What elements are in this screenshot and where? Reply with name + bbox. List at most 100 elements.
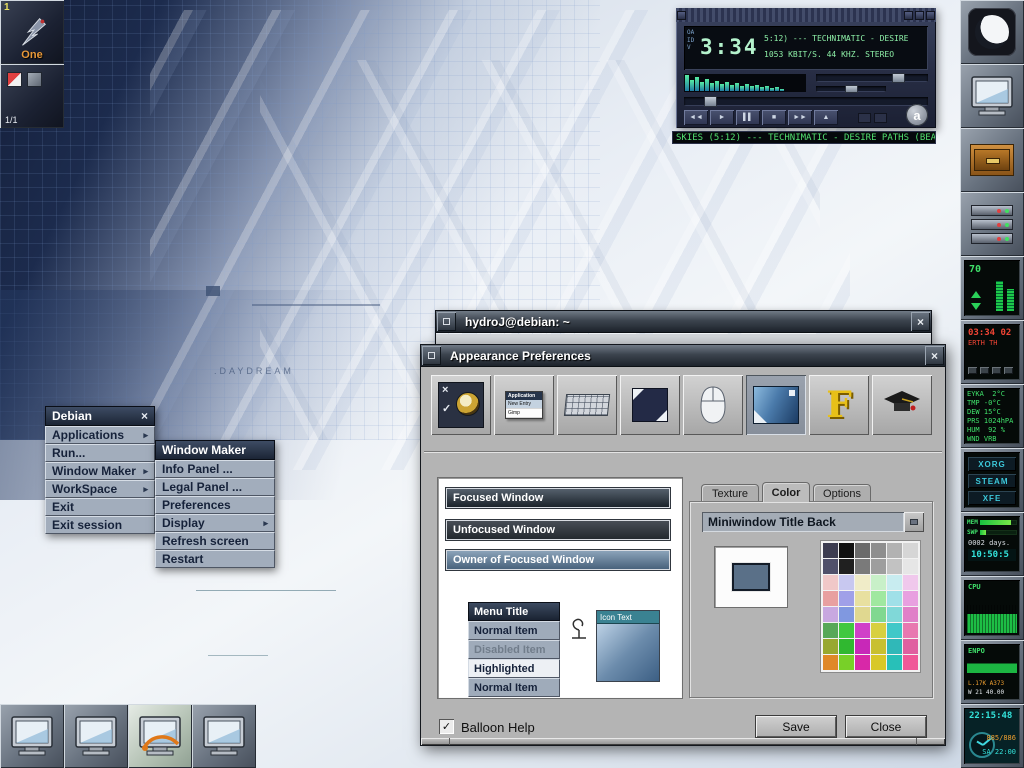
tab-color[interactable]: Color bbox=[762, 482, 810, 502]
palette-color[interactable] bbox=[903, 559, 918, 574]
preview-menu-item-highlighted[interactable]: Highlighted bbox=[468, 659, 560, 678]
palette-color[interactable] bbox=[887, 575, 902, 590]
menu-item-workspace[interactable]: WorkSpace ▸ bbox=[45, 480, 155, 498]
palette-color[interactable] bbox=[871, 559, 886, 574]
menu-item-preferences[interactable]: Preferences bbox=[155, 496, 275, 514]
volume-slider[interactable] bbox=[816, 74, 928, 82]
palette-color[interactable] bbox=[871, 575, 886, 590]
section-keyboard-icon[interactable] bbox=[557, 375, 617, 435]
palette-color[interactable] bbox=[903, 639, 918, 654]
dock-world-clock[interactable]: 22:15:48 885/886 SA 22:00 bbox=[960, 704, 1024, 768]
volume-up-icon[interactable] bbox=[971, 291, 981, 298]
selector-popup-button[interactable] bbox=[904, 512, 924, 532]
launcher-steam[interactable]: STEAM bbox=[968, 474, 1016, 488]
palette-color[interactable] bbox=[823, 607, 838, 622]
palette-color[interactable] bbox=[887, 639, 902, 654]
palette-color[interactable] bbox=[903, 575, 918, 590]
section-texture-icon[interactable] bbox=[746, 375, 806, 435]
palette-color[interactable] bbox=[871, 543, 886, 558]
seek-handle[interactable] bbox=[704, 96, 717, 107]
palette-color[interactable] bbox=[823, 639, 838, 654]
terminal-body[interactable] bbox=[436, 334, 931, 344]
section-expert-icon[interactable] bbox=[872, 375, 932, 435]
app-icon-terminal-3[interactable] bbox=[192, 704, 256, 768]
miniaturize-button[interactable] bbox=[422, 346, 441, 365]
palette-color[interactable] bbox=[839, 591, 854, 606]
palette-color[interactable] bbox=[823, 575, 838, 590]
preview-menu-title[interactable]: Menu Title bbox=[468, 602, 560, 621]
preview-menu-item[interactable]: Normal Item bbox=[468, 678, 560, 697]
menu-item-run[interactable]: Run... bbox=[45, 444, 155, 462]
stop-button[interactable]: ■ bbox=[762, 110, 786, 125]
terminal-window[interactable]: hydroJ@debian: ~ × bbox=[435, 310, 932, 344]
preview-menu-item-disabled[interactable]: Disabled Item bbox=[468, 640, 560, 659]
balance-slider[interactable] bbox=[816, 86, 886, 92]
section-font-icon[interactable]: F bbox=[809, 375, 869, 435]
dock-mixer[interactable]: 70 bbox=[960, 256, 1024, 320]
close-icon[interactable]: × bbox=[141, 409, 148, 423]
dock-icon-filemanager[interactable] bbox=[960, 128, 1024, 192]
palette-color[interactable] bbox=[855, 559, 870, 574]
menu-item-exit[interactable]: Exit bbox=[45, 498, 155, 516]
next-button[interactable]: ►► bbox=[788, 110, 812, 125]
miniaturize-button[interactable] bbox=[437, 312, 456, 331]
close-button[interactable]: × bbox=[925, 346, 944, 365]
app-icon-tool-selected[interactable] bbox=[128, 704, 192, 768]
palette-color[interactable] bbox=[839, 559, 854, 574]
dock-cpu-monitor[interactable]: CPU bbox=[960, 576, 1024, 640]
menu-item-applications[interactable]: Applications ▸ bbox=[45, 426, 155, 444]
palette-color[interactable] bbox=[839, 655, 854, 670]
volume-handle[interactable] bbox=[892, 73, 905, 83]
palette-color[interactable] bbox=[871, 655, 886, 670]
preview-menu-item[interactable]: Normal Item bbox=[468, 621, 560, 640]
menu-item-restart[interactable]: Restart bbox=[155, 550, 275, 568]
palette-color[interactable] bbox=[871, 623, 886, 638]
eject-button[interactable]: ▲ bbox=[814, 110, 838, 125]
palette-color[interactable] bbox=[903, 623, 918, 638]
color-target-value[interactable]: Miniwindow Title Back bbox=[702, 512, 904, 532]
palette-color[interactable] bbox=[903, 543, 918, 558]
tab-options[interactable]: Options bbox=[813, 484, 871, 502]
dock-net-monitor[interactable]: ENPO L.17K A373 W 21 40.00 bbox=[960, 640, 1024, 704]
xmms-menu-button[interactable] bbox=[677, 11, 686, 20]
xmms-close-button[interactable] bbox=[926, 11, 935, 20]
xmms-player[interactable]: OAIDV 3:34 5:12) --- TECHNIMATIC - DESIR… bbox=[676, 8, 936, 128]
palette-color[interactable] bbox=[823, 559, 838, 574]
menu-item-info-panel[interactable]: Info Panel ... bbox=[155, 460, 275, 478]
palette-color[interactable] bbox=[855, 591, 870, 606]
color-target-selector[interactable]: Miniwindow Title Back bbox=[702, 512, 924, 532]
palette-color[interactable] bbox=[823, 591, 838, 606]
dock-icon-gnustep[interactable] bbox=[960, 0, 1024, 64]
palette-color[interactable] bbox=[839, 639, 854, 654]
close-button[interactable]: × bbox=[911, 312, 930, 331]
dock-clock[interactable]: 03:34 02 ERTH TH bbox=[960, 320, 1024, 384]
menu-item-legal-panel[interactable]: Legal Panel ... bbox=[155, 478, 275, 496]
palette-color[interactable] bbox=[887, 607, 902, 622]
app-icon-terminal-1[interactable] bbox=[0, 704, 64, 768]
play-button[interactable]: ► bbox=[710, 110, 734, 125]
palette-color[interactable] bbox=[839, 623, 854, 638]
palette-color[interactable] bbox=[839, 607, 854, 622]
palette-color[interactable] bbox=[855, 655, 870, 670]
palette-color[interactable] bbox=[855, 543, 870, 558]
previous-button[interactable]: ◄◄ bbox=[684, 110, 708, 125]
preview-owner-titlebar[interactable]: Owner of Focused Window bbox=[446, 550, 670, 570]
palette-color[interactable] bbox=[855, 639, 870, 654]
volume-down-icon[interactable] bbox=[971, 303, 981, 310]
palette-color[interactable] bbox=[839, 575, 854, 590]
palette-color[interactable] bbox=[903, 607, 918, 622]
pause-button[interactable]: ▌▌ bbox=[736, 110, 760, 125]
palette-color[interactable] bbox=[887, 543, 902, 558]
app-icon-terminal-2[interactable] bbox=[64, 704, 128, 768]
dock-icon-terminal[interactable] bbox=[960, 64, 1024, 128]
palette-color[interactable] bbox=[855, 623, 870, 638]
palette-color[interactable] bbox=[823, 655, 838, 670]
section-appearance-icon[interactable]: × ✓ bbox=[431, 375, 491, 435]
preview-icon-tile[interactable]: Icon Text bbox=[596, 610, 660, 682]
miniwindow-pager[interactable]: 1/1 bbox=[0, 64, 64, 128]
tab-texture[interactable]: Texture bbox=[701, 484, 759, 502]
palette-color[interactable] bbox=[871, 639, 886, 654]
xmms-titlebar[interactable] bbox=[676, 8, 936, 22]
palette-color[interactable] bbox=[871, 591, 886, 606]
terminal-titlebar[interactable]: hydroJ@debian: ~ × bbox=[436, 311, 931, 333]
